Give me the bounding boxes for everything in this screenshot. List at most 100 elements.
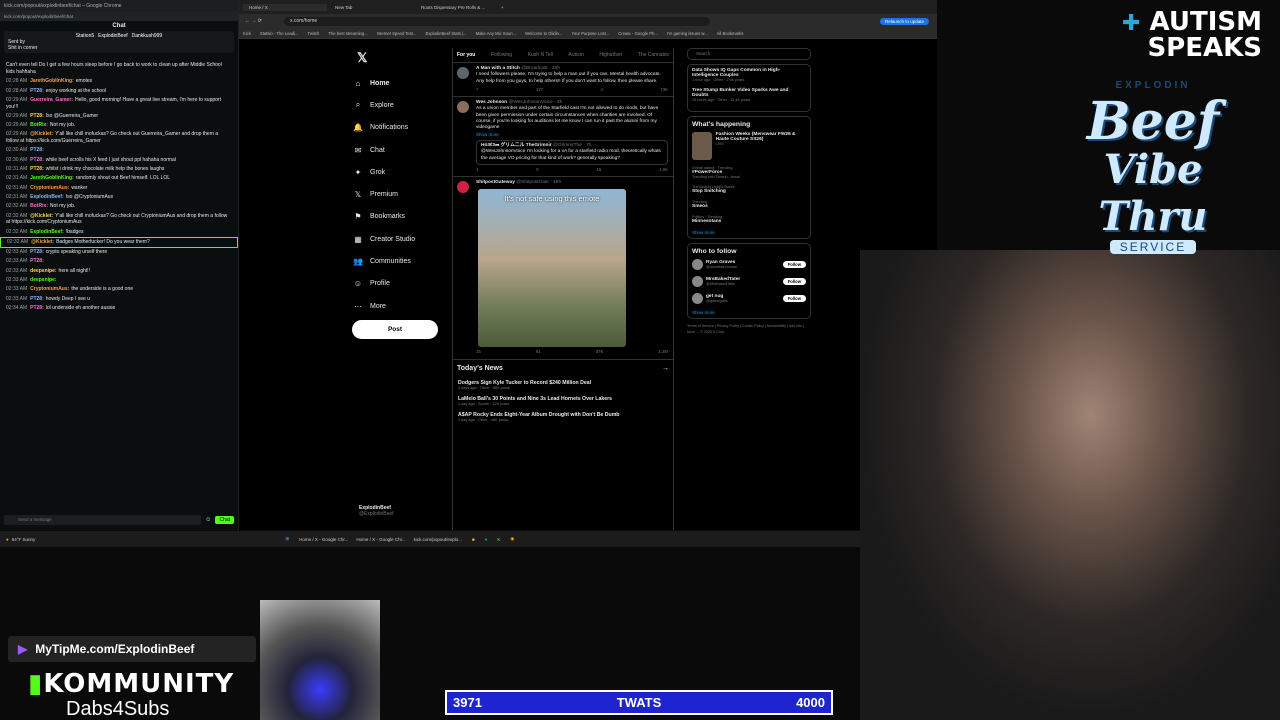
featured-event[interactable]: Fashion Weeks (Menswear FW26 & Haute Cou… (692, 132, 806, 160)
new-tab-icon[interactable]: + (501, 5, 504, 10)
message-username[interactable]: @Kicklet: (30, 213, 53, 219)
chat-message[interactable]: 02:31 AM ExplodinBeef: Iso @CryptoniumAus (0, 193, 238, 202)
chat-message[interactable]: Can't even tell Do I get a few hours sle… (0, 61, 238, 77)
timeline-tab[interactable]: Autism (569, 52, 584, 58)
trend-item[interactable]: Data Shows IQ Gaps Common in High-Intell… (692, 68, 806, 82)
avatar[interactable] (692, 293, 703, 304)
timeline-tab[interactable]: Highathon (599, 52, 622, 58)
nav-item-profile[interactable]: ☺ Profile (353, 273, 415, 295)
message-username[interactable]: PT28: (30, 249, 44, 255)
message-username[interactable]: PT28: (30, 258, 44, 264)
nav-item-bookmarks[interactable]: ⚑ Bookmarks (353, 206, 415, 228)
message-username[interactable]: deepsnipe: (30, 268, 56, 274)
reply-count[interactable]: 15 (476, 349, 481, 355)
browser-tab[interactable]: New Tab (329, 4, 413, 11)
spotify-icon[interactable]: ● (485, 537, 488, 542)
forward-icon[interactable]: → (251, 18, 256, 24)
repost-count[interactable]: 127 (536, 87, 543, 93)
message-username[interactable]: PT28: (30, 157, 44, 163)
chat-input[interactable]: Send a message (4, 515, 202, 525)
message-username[interactable]: BotRix: (30, 203, 48, 209)
view-count[interactable]: 1.6K (659, 167, 668, 173)
bookmark-item[interactable]: Create - Google Ph... (618, 31, 658, 36)
follow-suggestion[interactable]: Ryan Graves @uncertainhuman Follow (692, 259, 806, 270)
avatar[interactable] (692, 276, 703, 287)
follow-button[interactable]: Follow (782, 278, 806, 285)
bookmark-item[interactable]: Kick (243, 31, 251, 36)
follow-suggestion[interactable]: MrsBakedTater @MrsBakedTater Follow (692, 276, 806, 287)
trend-item[interactable]: Tree Stump Bunker Video Sparks Awe and D… (692, 88, 806, 102)
like-count[interactable]: 16 (597, 167, 602, 173)
chat-message[interactable]: 02:30 AM PT28: (0, 146, 238, 155)
taskbar-item[interactable]: Home / X - Google Chr... (299, 537, 348, 542)
chat-message[interactable]: 02:32 AM BotRix: Not my job. (0, 202, 238, 211)
tweet[interactable]: Wes Johnson @WesJohnsonVoice · 4h As a u… (453, 97, 673, 178)
chat-message[interactable]: 02:33 AM PT28: crypto speaking urself ther… (0, 248, 238, 257)
chat-message[interactable]: 02:33 AM CryptoniumAus: the underside is a… (0, 285, 238, 294)
show-more-link[interactable]: Show more (692, 230, 806, 235)
tweet[interactable]: ShitpostGateway @ShitpostGate · 15h It's… (453, 177, 673, 360)
timeline-tab[interactable]: The Cannabis (638, 52, 669, 58)
tweet-author[interactable]: A Man with a Stitch (476, 66, 520, 71)
bookmark-item[interactable]: Twitch (308, 31, 320, 36)
bookmark-item[interactable]: All Bookmarks (717, 31, 744, 36)
trend-item[interactable]: Online dating · Trending #PowerForce Trend… (692, 166, 806, 179)
bookmark-item[interactable]: Internet Speed Test... (377, 31, 417, 36)
account-switcher[interactable]: ExplodinBeef @ExplodinBeef (359, 505, 394, 517)
search-input[interactable]: Search (687, 48, 811, 60)
message-username[interactable]: CryptoniumAus: (30, 286, 69, 292)
chat-message[interactable]: 02:33 AM deepsnipe: here all night!! (0, 266, 238, 275)
x-logo-icon[interactable]: 𝕏 (357, 50, 415, 66)
chat-message[interactable]: 02:32 AM @Kicklet: Badges Motherfucker! Do… (0, 236, 238, 248)
nav-item-grok[interactable]: ✦ Grok (353, 161, 415, 183)
view-count[interactable]: 73K (660, 87, 668, 93)
follow-button[interactable]: Follow (782, 295, 806, 302)
timeline-tab[interactable]: Kush N Tell (528, 52, 553, 58)
message-username[interactable]: PT28: (30, 296, 44, 302)
chat-message[interactable]: 02:29 AM BotRix: Not my job. (0, 121, 238, 130)
chat-message[interactable]: 02:29 AM Guerreira_Gamer: Hello, good morn… (0, 96, 238, 112)
post-button[interactable]: Post (352, 320, 438, 339)
emote-picker-icon[interactable]: ☺ (205, 517, 211, 523)
chat-message[interactable]: 02:33 AM PT28: howdy Deep I see u (0, 294, 238, 303)
back-icon[interactable]: ← (245, 18, 250, 24)
message-username[interactable]: deepsnipe: (30, 277, 56, 283)
follow-button[interactable]: Follow (782, 261, 806, 268)
nav-item-home[interactable]: ⌂ Home (353, 72, 415, 94)
bookmark-item[interactable]: I'm gaming issues w... (667, 31, 708, 36)
show-more-link[interactable]: Show more (476, 132, 668, 138)
browser-tab[interactable]: Roots Dispensary Pre Rolls & ... (415, 4, 499, 11)
message-username[interactable]: JarethGoblinKing: (30, 175, 74, 181)
chat-message[interactable]: 02:28 AM PT28: enjoy working at the school (0, 86, 238, 95)
news-item[interactable]: LaMelo Ball's 30 Points and Nine 3s Lead… (453, 394, 673, 410)
windows-start-icon[interactable]: ⊞ (285, 536, 289, 542)
browser-tab[interactable]: Home / X (243, 3, 327, 11)
chat-message-list[interactable]: Can't even tell Do I get a few hours sle… (0, 61, 238, 473)
reply-count[interactable]: 1 (476, 167, 478, 173)
bookmark-item[interactable]: ExplodinBeef Stats |... (425, 31, 466, 36)
quoted-tweet[interactable]: Hỏ3ℓ3𝓂 グリム二ル TheGrimnir @GrimnirThe · 7h… (476, 139, 668, 165)
relaunch-button[interactable]: Relaunch to update (879, 17, 929, 25)
message-username[interactable]: PT28: (30, 113, 44, 119)
show-more-link[interactable]: Show more (692, 310, 806, 315)
nav-item-more[interactable]: ⋯ More (353, 295, 415, 317)
reply-count[interactable]: 7 (476, 87, 478, 93)
taskbar-item[interactable]: kick.com/popout/explo... (414, 537, 462, 542)
bookmark-item[interactable]: Make Any Mic Soun... (476, 31, 517, 36)
view-count[interactable]: 1.2M (658, 349, 668, 355)
chat-message[interactable]: 02:32 AM @Kicklet: Y'all like chill mofuck… (0, 211, 238, 227)
timeline-tab[interactable]: Following (491, 52, 512, 58)
chat-url-bar[interactable]: kick.com/popout/explodinbeef/chat (0, 12, 238, 21)
follow-suggestion[interactable]: get nug @gotnugdao Follow (692, 293, 806, 304)
repost-count[interactable]: 61 (536, 349, 541, 355)
tweet-author[interactable]: Wes Johnson (476, 100, 507, 105)
avatar[interactable] (457, 67, 469, 79)
message-username[interactable]: BotRix: (30, 122, 48, 128)
news-item[interactable]: A$AP Rocky Ends Eight-Year Album Drought… (453, 410, 673, 426)
kick-icon[interactable]: K (497, 537, 500, 542)
chat-message[interactable]: 02:31 AM CryptoniumAus: wanker (0, 183, 238, 192)
avatar[interactable] (457, 101, 469, 114)
like-count[interactable]: 4 (600, 87, 602, 93)
trend-item[interactable]: Trending Smeos (692, 200, 806, 209)
message-username[interactable]: @Kicklet: (30, 131, 53, 137)
